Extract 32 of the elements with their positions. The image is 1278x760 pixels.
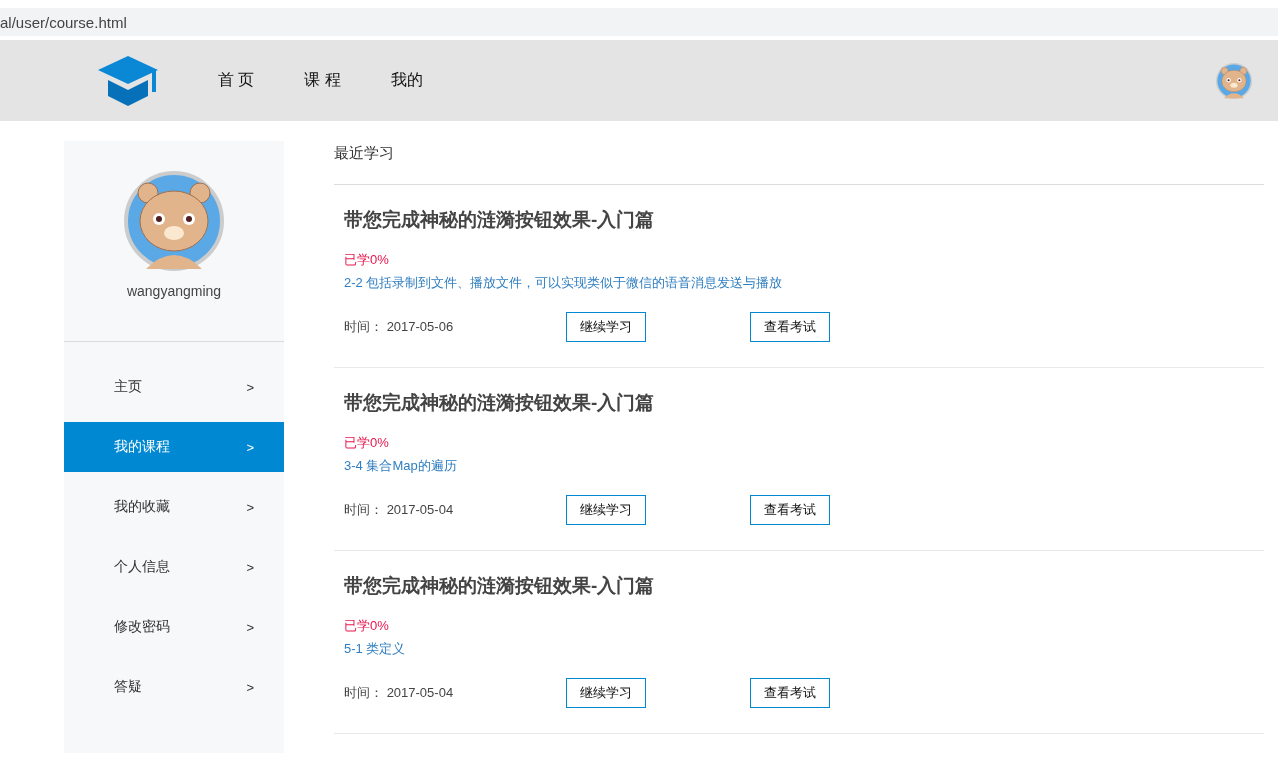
- exam-button[interactable]: 查看考试: [750, 678, 830, 708]
- lesson-text: 3-4 集合Map的遍历: [344, 457, 458, 475]
- progress-text: 已学0%: [344, 434, 390, 452]
- lesson-text: 5-1 类定义: [344, 640, 407, 658]
- sidebar-item[interactable]: 个人信息 >: [64, 542, 284, 592]
- sidebar-item[interactable]: 修改密码 >: [64, 602, 284, 652]
- course-title: 带您完成神秘的涟漪按钮效果-入门篇: [344, 574, 656, 598]
- progress-text: 已学0%: [344, 617, 390, 635]
- continue-button[interactable]: 继续学习: [566, 312, 646, 342]
- lesson-text: 2-2 包括录制到文件、播放文件，可以实现类似于微信的语音消息发送与播放: [344, 274, 784, 292]
- sidebar-item[interactable]: 答疑 >: [64, 662, 284, 712]
- course-title: 带您完成神秘的涟漪按钮效果-入门篇: [344, 391, 656, 415]
- username: wangyangming: [126, 283, 222, 299]
- course-date: 时间： 2017-05-04: [344, 684, 455, 702]
- course-date: 时间： 2017-05-06: [344, 318, 455, 336]
- nav-link[interactable]: 首 页: [218, 70, 255, 91]
- course-date: 时间： 2017-05-04: [344, 501, 455, 519]
- sidebar-item[interactable]: 我的收藏 >: [64, 482, 284, 532]
- address-bar[interactable]: al/user/course.html: [0, 8, 1278, 36]
- nav-link[interactable]: 课 程: [304, 70, 341, 91]
- progress-text: 已学0%: [344, 251, 390, 269]
- exam-button[interactable]: 查看考试: [750, 495, 830, 525]
- avatar-icon: [1216, 62, 1252, 99]
- sidebar-item[interactable]: 主页 >: [64, 362, 284, 412]
- graduation-cap-icon[interactable]: [98, 55, 158, 106]
- continue-button[interactable]: 继续学习: [566, 495, 646, 525]
- nav-link[interactable]: 我的: [390, 70, 423, 91]
- continue-button[interactable]: 继续学习: [566, 678, 646, 708]
- section-title: 最近学习: [334, 141, 1264, 185]
- course-title: 带您完成神秘的涟漪按钮效果-入门篇: [344, 208, 656, 232]
- sidebar-item[interactable]: 我的课程 >: [64, 422, 284, 472]
- exam-button[interactable]: 查看考试: [750, 312, 830, 342]
